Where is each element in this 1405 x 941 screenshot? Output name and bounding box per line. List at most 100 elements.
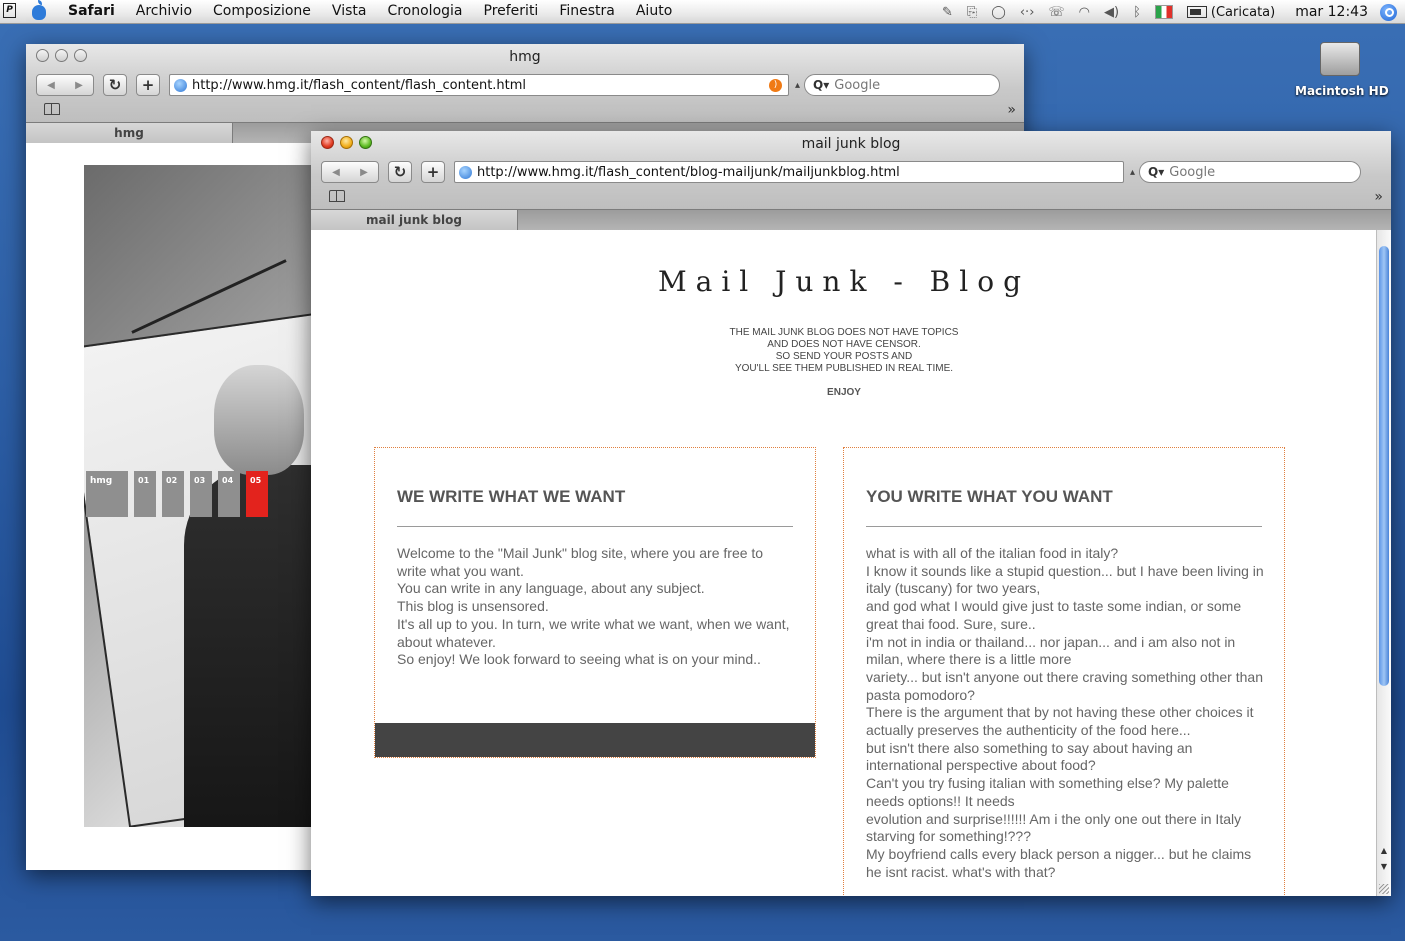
menu-vista[interactable]: Vista [332,3,367,19]
bookmarks-bar: » [311,189,1391,207]
window-titlebar[interactable]: mail junk blog ◀ ▶ ↻ + http://www.hmg.it/… [311,131,1391,230]
reload-icon: ↻ [108,76,122,94]
input-flag-icon[interactable] [1154,5,1173,19]
menu-bar: P Safari Archivio Composizione Vista Cro… [0,0,1405,24]
address-dropdown-icon[interactable]: ▴ [1130,167,1135,178]
blog-intro: THE MAIL JUNK BLOG DOES NOT HAVE TOPICS … [311,327,1377,375]
nav-03[interactable]: 03 [190,471,212,517]
divider [397,526,793,527]
battery-status[interactable]: (Caricata) [1211,5,1275,20]
post-line: and god what I would give just to taste … [866,598,1242,632]
rss-icon[interactable]: ) [769,79,782,92]
resize-grip-icon[interactable] [1379,884,1389,894]
menu-aiuto[interactable]: Aiuto [636,3,672,19]
script-icon[interactable]: ✎ [942,5,953,20]
forward-icon[interactable]: ▶ [75,80,83,91]
you-write-box: YOU WRITE WHAT YOU WANT what is with all… [843,447,1285,896]
reload-button[interactable]: ↻ [103,74,127,96]
apple-menu-icon[interactable] [32,0,46,20]
post-line: Can't you try fusing italian with someth… [866,775,1229,809]
box-heading: YOU WRITE WHAT YOU WANT [866,487,1113,506]
post-line: variety... but isn't anyone out there cr… [866,668,1263,703]
intro-line: YOU'LL SEE THEM PUBLISHED IN REAL TIME. [734,363,954,374]
add-bookmark-button[interactable]: + [136,74,160,96]
chevron-right-icon[interactable]: » [1007,102,1016,118]
box-footer-bar [375,723,815,757]
nav-05[interactable]: 05 [246,471,268,517]
sync-icon[interactable]: ⎘ [967,5,977,20]
globe-icon [459,165,472,179]
search-icon[interactable]: Q▾ [813,78,829,92]
forward-icon[interactable]: ▶ [360,167,368,178]
mail-junk-window[interactable]: mail junk blog ◀ ▶ ↻ + http://www.hmg.it/… [311,131,1391,896]
search-icon[interactable]: Q▾ [1148,165,1164,179]
script-menu-icon[interactable]: P [3,3,16,18]
menu-finestra[interactable]: Finestra [559,3,615,19]
bookmarks-book-icon[interactable] [44,103,60,115]
nav-hmg[interactable]: hmg [86,471,128,517]
menu-archivio[interactable]: Archivio [136,3,192,19]
scroll-thumb[interactable] [1379,246,1389,686]
text-line: So enjoy! We look forward to seeing what… [397,651,761,668]
intro-line: THE MAIL JUNK BLOG DOES NOT HAVE TOPICS [729,327,959,338]
wifi-icon[interactable]: ◠ [1079,5,1090,20]
scroll-down-icon[interactable]: ▼ [1379,862,1389,874]
address-dropdown-icon[interactable]: ▴ [795,80,800,91]
menu-composizione[interactable]: Composizione [213,3,311,19]
volume-icon[interactable]: ◀) [1104,5,1119,20]
address-field[interactable]: http://www.hmg.it/flash_content/blog-mai… [454,161,1124,183]
plus-icon: + [426,163,440,181]
add-bookmark-button[interactable]: + [421,161,445,183]
url-text[interactable]: http://www.hmg.it/flash_content/blog-mai… [477,165,900,180]
intro-line: AND DOES NOT HAVE CENSOR. [767,339,921,350]
url-text[interactable]: http://www.hmg.it/flash_content/flash_co… [192,78,526,93]
flash-nav: hmg 01 02 03 04 05 [86,471,268,517]
text-line: This blog is unsensored. [397,598,549,615]
nav-04[interactable]: 04 [218,471,240,517]
menu-app-safari[interactable]: Safari [68,3,115,19]
vertical-scrollbar[interactable]: ▲ ▼ [1376,230,1391,896]
back-icon[interactable]: ◀ [332,167,340,178]
nav-02[interactable]: 02 [162,471,184,517]
page-content: Mail Junk - Blog THE MAIL JUNK BLOG DOES… [311,230,1377,896]
tab-hmg[interactable]: hmg [26,123,233,143]
window-titlebar[interactable]: hmg ◀ ▶ ↻ + http://www.hmg.it/flash_conte… [26,44,1024,143]
enjoy-label: ENJOY [827,387,861,398]
network-arrows-icon[interactable]: ‹·› [1020,5,1035,20]
phone-icon[interactable]: ☏ [1048,5,1064,20]
bubble-icon[interactable]: ◯ [991,5,1006,20]
hard-drive-icon[interactable] [1320,42,1360,76]
search-field[interactable]: Q▾ Google [1139,161,1362,183]
we-write-box: WE WRITE WHAT WE WANT Welcome to the "Ma… [374,447,816,758]
desktop-hd[interactable]: Macintosh HD [1295,42,1389,98]
text-line: Welcome to the "Mail Junk" blog site, wh… [397,545,764,579]
spotlight-icon[interactable] [1380,3,1397,21]
reload-button[interactable]: ↻ [388,161,412,183]
menu-clock[interactable]: mar 12:43 [1295,4,1368,20]
box-heading: WE WRITE WHAT WE WANT [397,487,626,506]
page-title: Mail Junk - Blog [657,265,1030,298]
search-field[interactable]: Q▾ Google [804,74,1001,96]
back-forward-button[interactable]: ◀ ▶ [36,74,94,96]
menu-preferiti[interactable]: Preferiti [484,3,539,19]
divider [866,526,1262,527]
nav-01[interactable]: 01 [134,471,156,517]
plus-icon: + [141,76,155,94]
text-line: It's all up to you. In turn, we write wh… [397,615,790,650]
tab-mail-junk-blog[interactable]: mail junk blog [311,210,518,230]
chevron-right-icon[interactable]: » [1374,189,1383,205]
address-field[interactable]: http://www.hmg.it/flash_content/flash_co… [169,74,789,96]
box-text: Welcome to the "Mail Junk" blog site, wh… [397,545,795,669]
bookmarks-book-icon[interactable] [329,190,345,202]
bluetooth-icon[interactable]: ᛒ [1133,5,1141,20]
post-line: i'm not in india or thailand... nor japa… [866,633,1236,668]
menu-cronologia[interactable]: Cronologia [387,3,462,19]
man-head [214,365,304,475]
scroll-up-icon[interactable]: ▲ [1379,846,1389,858]
back-forward-button[interactable]: ◀ ▶ [321,161,379,183]
back-icon[interactable]: ◀ [47,80,55,91]
window-title: hmg [509,49,541,65]
battery-icon[interactable] [1186,6,1207,18]
post-line: but isn't there also something to say ab… [866,739,1193,774]
text-line: You can write in any language, about any… [397,580,705,597]
